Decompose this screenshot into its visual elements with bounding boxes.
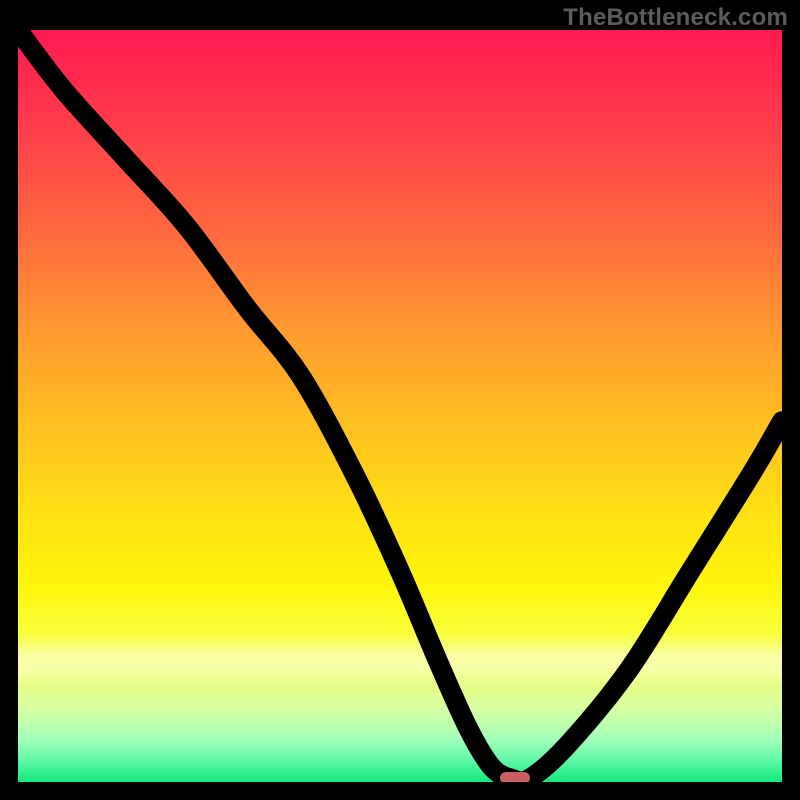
bottleneck-curve — [18, 30, 782, 782]
watermark-text: TheBottleneck.com — [563, 4, 788, 32]
chart-frame: TheBottleneck.com — [0, 0, 800, 800]
plot-area — [18, 30, 782, 782]
minimum-marker — [500, 772, 530, 782]
